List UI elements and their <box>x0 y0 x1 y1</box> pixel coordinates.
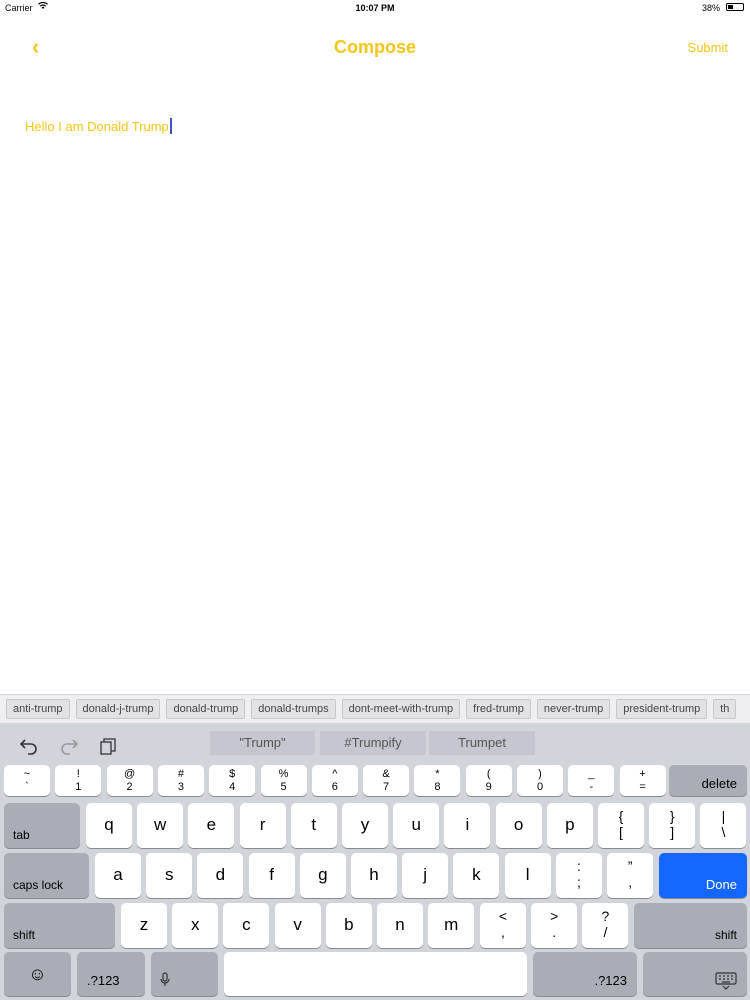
key-symbol[interactable]: <, <box>480 903 526 948</box>
key-x[interactable]: x <box>172 903 219 948</box>
key-a[interactable]: a <box>95 853 141 898</box>
key-label: caps lock <box>13 878 64 892</box>
redo-icon[interactable] <box>60 737 78 755</box>
battery-icon <box>726 3 744 11</box>
compose-text: Hello I am Donald Trump <box>25 119 169 134</box>
suggestion-1[interactable]: "Trump" <box>210 731 315 755</box>
key-m[interactable]: m <box>428 903 475 948</box>
key-symbol[interactable]: ”, <box>607 853 654 898</box>
key-w[interactable]: w <box>137 803 184 848</box>
key-1[interactable]: ! 1 <box>55 765 102 796</box>
compose-text-area[interactable]: Hello I am Donald Trump <box>25 118 172 134</box>
key-7[interactable]: & 7 <box>363 765 410 796</box>
tag-chip[interactable]: donald-j-trump <box>75 699 161 719</box>
paste-icon[interactable] <box>100 738 117 755</box>
keyboard-hide-icon <box>715 972 737 990</box>
key-i[interactable]: i <box>444 803 491 848</box>
clock: 10:07 PM <box>355 3 395 13</box>
key-label: .?123 <box>87 973 120 988</box>
key-\[interactable]: | \ <box>700 803 747 848</box>
battery-percent: 38% <box>701 3 720 13</box>
key-c[interactable]: c <box>223 903 270 948</box>
microphone-icon <box>160 972 170 986</box>
key-g[interactable]: g <box>299 853 346 898</box>
tag-suggestions-bar: anti-trump donald-j-trump donald-trump dona… <box>0 694 750 723</box>
tab-key[interactable]: tab <box>4 803 80 848</box>
key-l[interactable]: l <box>504 853 551 898</box>
key-k[interactable]: k <box>453 853 500 898</box>
key-label: tab <box>13 828 30 842</box>
key-0[interactable]: ) 0 <box>517 765 563 796</box>
tag-chip[interactable]: donald-trump <box>166 699 246 719</box>
key-4[interactable]: $4 <box>209 765 256 796</box>
key-label: shift <box>714 928 737 942</box>
emoji-key[interactable]: ☺ <box>4 952 71 996</box>
key--[interactable]: _ - <box>568 765 615 796</box>
key-label: .?123 <box>594 973 627 988</box>
keyboard-hide-key[interactable] <box>643 952 747 996</box>
submit-button[interactable]: Submit <box>688 40 728 55</box>
tag-chip[interactable]: never-trump <box>536 699 611 719</box>
key-e[interactable]: e <box>188 803 235 848</box>
tag-chip[interactable]: donald-trumps <box>251 699 336 719</box>
key-8[interactable]: * 8 <box>414 765 461 796</box>
key-label: Done <box>705 877 737 892</box>
text-cursor <box>169 118 172 134</box>
key-j[interactable]: j <box>402 853 449 898</box>
key-symbol[interactable]: ? / <box>582 903 629 948</box>
done-key[interactable]: Done <box>659 853 747 898</box>
key-9[interactable]: (9 <box>465 765 512 796</box>
tag-chip[interactable]: dont-meet-with-trump <box>341 699 461 719</box>
key-label: delete <box>701 776 737 791</box>
page-title: Compose <box>333 37 416 57</box>
key-][interactable]: }] <box>649 803 696 848</box>
key-p[interactable]: p <box>546 803 593 848</box>
numbers-key-left[interactable]: .?123 <box>77 952 145 996</box>
suggestion-3[interactable]: Trumpet <box>429 731 535 755</box>
key-q[interactable]: q <box>86 803 132 848</box>
key-=[interactable]: + = <box>619 765 666 796</box>
key-v[interactable]: v <box>274 903 321 948</box>
key-r[interactable]: r <box>239 803 286 848</box>
key-f[interactable]: f <box>248 853 295 898</box>
status-bar: Carrier 10:07 PM 38% <box>0 0 750 16</box>
key-b[interactable]: b <box>325 903 372 948</box>
undo-icon[interactable] <box>20 737 38 755</box>
key-n[interactable]: n <box>377 903 423 948</box>
key-s[interactable]: s <box>146 853 193 898</box>
key-y[interactable]: y <box>342 803 388 848</box>
suggestion-2[interactable]: #Trumpify <box>320 731 426 755</box>
microphone-key[interactable] <box>151 952 218 996</box>
key-5[interactable]: % 5 <box>260 765 307 796</box>
key-symbol[interactable]: :; <box>556 853 602 898</box>
key-6[interactable]: ^ 6 <box>311 765 358 796</box>
shift-key-left[interactable]: shift <box>4 903 115 948</box>
key-`[interactable]: ~ ` <box>4 765 50 796</box>
tag-chip[interactable]: anti-trump <box>6 699 70 719</box>
key-label: shift <box>13 928 36 942</box>
tag-chip[interactable]: th <box>713 699 737 719</box>
tag-chip[interactable]: president-trump <box>616 699 708 719</box>
tag-chip[interactable]: fred-trump <box>466 699 531 719</box>
numbers-key-right[interactable]: .?123 <box>533 952 637 996</box>
shift-key-right[interactable]: shift <box>634 903 747 948</box>
caps-lock-key[interactable]: caps lock <box>4 853 89 898</box>
key-o[interactable]: o <box>495 803 542 848</box>
key-t[interactable]: t <box>290 803 337 848</box>
delete-key[interactable]: delete <box>669 765 747 796</box>
key-u[interactable]: u <box>393 803 440 848</box>
key-d[interactable]: d <box>197 853 244 898</box>
key-z[interactable]: z <box>121 903 167 948</box>
space-key[interactable] <box>224 952 527 996</box>
key-h[interactable]: h <box>351 853 397 898</box>
key-symbol[interactable]: >. <box>531 903 578 948</box>
key-2[interactable]: @2 <box>106 765 153 796</box>
key-3[interactable]: #3 <box>157 765 204 796</box>
keyboard: "Trump" #Trumpify Trumpet ~ `! 1 @2 #3 $4% 5 ^ 6 & 7 *… <box>0 723 750 1000</box>
key-[[interactable]: {[ <box>598 803 644 848</box>
